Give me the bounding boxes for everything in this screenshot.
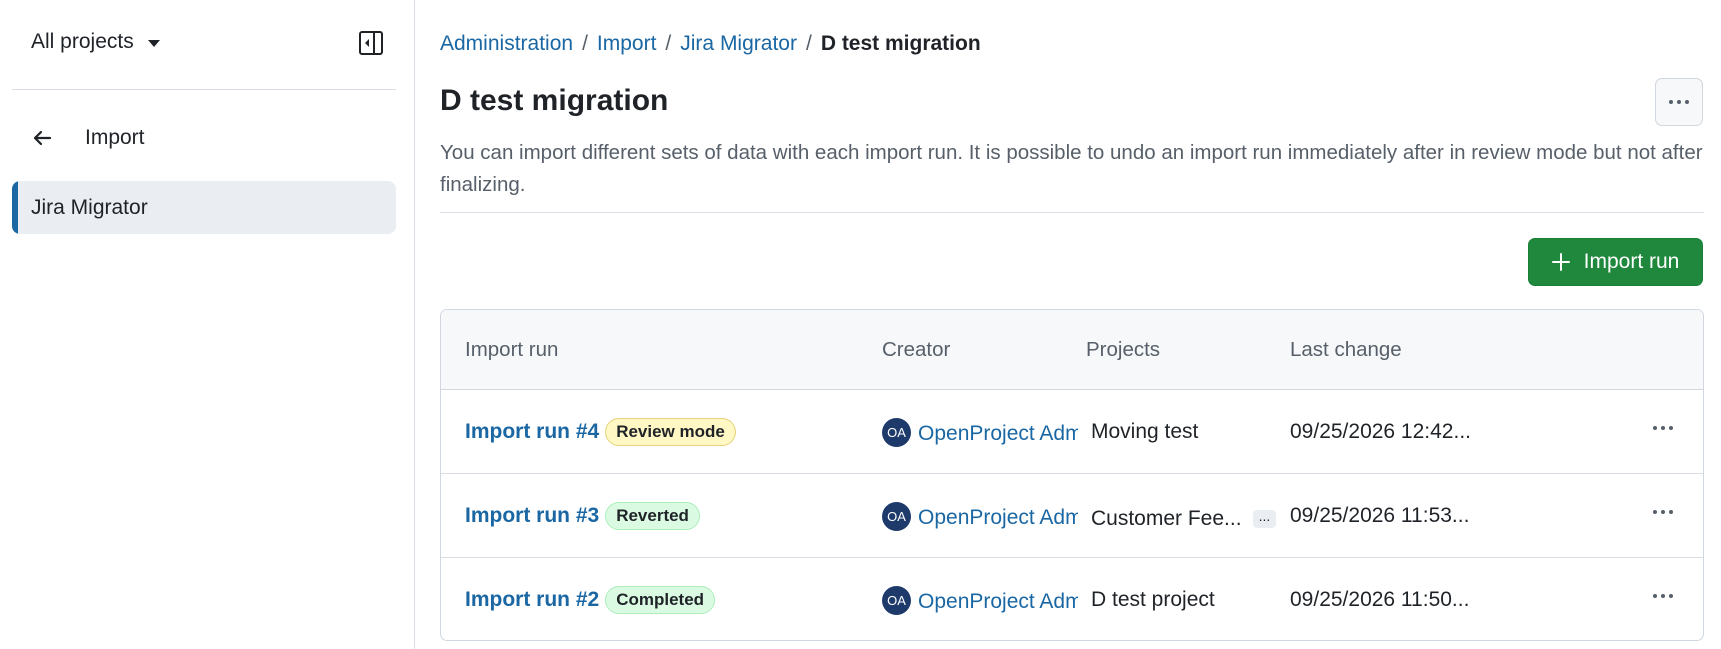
- project-cell: Customer Fee... ...: [1091, 474, 1277, 558]
- sidebar-item-label: Jira Migrator: [31, 195, 148, 219]
- chevron-down-icon: [147, 39, 160, 47]
- last-change-value: 09/25/2026 12:42...: [1290, 420, 1471, 443]
- last-change-cell: 09/25/2026 11:53...: [1290, 474, 1469, 558]
- kebab-horizontal-icon: [1653, 594, 1673, 598]
- status-badge: Completed: [605, 586, 716, 614]
- arrow-left-icon: [33, 130, 52, 146]
- breadcrumb-administration[interactable]: Administration: [440, 32, 573, 56]
- avatar: OA: [882, 501, 911, 531]
- project-cell: D test project: [1091, 558, 1215, 640]
- last-change-cell: 09/25/2026 11:50...: [1290, 558, 1470, 640]
- status-badge: Review mode: [605, 418, 736, 446]
- row-actions-button[interactable]: [1647, 416, 1679, 440]
- page-description: You can import different sets of data wi…: [440, 141, 1703, 196]
- breadcrumb: Administration / Import / Jira Migrator …: [440, 32, 981, 56]
- import-run-link[interactable]: Import run #3: [465, 504, 599, 528]
- sidebar-item-jira-migrator[interactable]: Jira Migrator: [12, 181, 396, 234]
- creator-link[interactable]: OpenProject Admin: [918, 422, 1078, 446]
- table-row: Import run #4 Review mode OA OpenProject…: [441, 390, 1703, 474]
- table-row: Import run #3 Reverted OA OpenProject Ad…: [441, 474, 1703, 558]
- kebab-horizontal-icon: [1653, 426, 1673, 430]
- page-title: D test migration: [440, 84, 669, 117]
- sidebar-divider: [12, 89, 396, 90]
- avatar: OA: [882, 585, 911, 615]
- breadcrumb-import[interactable]: Import: [597, 32, 657, 56]
- import-run-link[interactable]: Import run #2: [465, 588, 599, 612]
- sidebar-collapse-button[interactable]: [358, 30, 384, 56]
- plus-icon: [1551, 253, 1570, 271]
- row-actions-button[interactable]: [1647, 584, 1679, 608]
- project-cell: Moving test: [1091, 390, 1198, 474]
- import-run-cell: Import run #4 Review mode: [465, 390, 736, 474]
- breadcrumb-separator: /: [805, 32, 812, 55]
- avatar: OA: [882, 417, 911, 447]
- import-runs-table: Import run Creator Projects Last change …: [440, 309, 1704, 641]
- more-projects-button[interactable]: ...: [1252, 509, 1277, 528]
- column-header-projects[interactable]: Projects: [1086, 310, 1160, 390]
- sidebar-back-label: Import: [85, 126, 145, 149]
- column-header-last-change[interactable]: Last change: [1290, 310, 1402, 390]
- project-switcher-label: All projects: [31, 30, 134, 53]
- kebab-horizontal-icon: [1653, 510, 1673, 514]
- add-import-run-label: Import run: [1583, 250, 1680, 273]
- active-indicator: [12, 181, 18, 234]
- last-change-value: 09/25/2026 11:50...: [1290, 588, 1470, 611]
- table-row: Import run #2 Completed OA OpenProject A…: [441, 558, 1703, 640]
- import-run-cell: Import run #2 Completed: [465, 558, 716, 640]
- page-actions-button[interactable]: [1655, 78, 1703, 126]
- header-divider: [440, 212, 1704, 213]
- main-content: Administration / Import / Jira Migrator …: [440, 0, 1704, 649]
- import-run-link[interactable]: Import run #4: [465, 420, 599, 444]
- project-name: Customer Fee...: [1091, 507, 1242, 530]
- creator-link[interactable]: OpenProject Admin: [918, 506, 1078, 530]
- status-badge: Reverted: [605, 502, 700, 530]
- column-header-creator[interactable]: Creator: [882, 310, 950, 390]
- add-import-run-button[interactable]: Import run: [1528, 238, 1703, 286]
- breadcrumb-separator: /: [665, 32, 672, 55]
- sidebar-back-link[interactable]: Import: [30, 126, 145, 150]
- sidebar-collapse-icon: [359, 31, 383, 55]
- kebab-horizontal-icon: [1669, 100, 1689, 104]
- last-change-value: 09/25/2026 11:53...: [1290, 504, 1470, 527]
- table-header: Import run Creator Projects Last change: [441, 310, 1703, 390]
- creator-cell: OA OpenProject Admin: [882, 558, 1078, 640]
- breadcrumb-jira-migrator[interactable]: Jira Migrator: [680, 32, 797, 56]
- import-run-cell: Import run #3 Reverted: [465, 474, 700, 558]
- row-actions-button[interactable]: [1647, 500, 1679, 524]
- breadcrumb-current: D test migration: [820, 32, 981, 55]
- creator-link[interactable]: OpenProject Admin: [918, 590, 1078, 614]
- column-header-import-run[interactable]: Import run: [465, 310, 558, 390]
- creator-cell: OA OpenProject Admin: [882, 474, 1078, 558]
- last-change-cell: 09/25/2026 12:42...: [1290, 390, 1471, 474]
- project-name: D test project: [1091, 588, 1215, 611]
- project-name: Moving test: [1091, 420, 1199, 443]
- sidebar: All projects Import Jira Migrator: [0, 0, 415, 649]
- project-switcher[interactable]: All projects: [31, 30, 160, 54]
- creator-cell: OA OpenProject Admin: [882, 390, 1078, 474]
- breadcrumb-separator: /: [582, 32, 588, 55]
